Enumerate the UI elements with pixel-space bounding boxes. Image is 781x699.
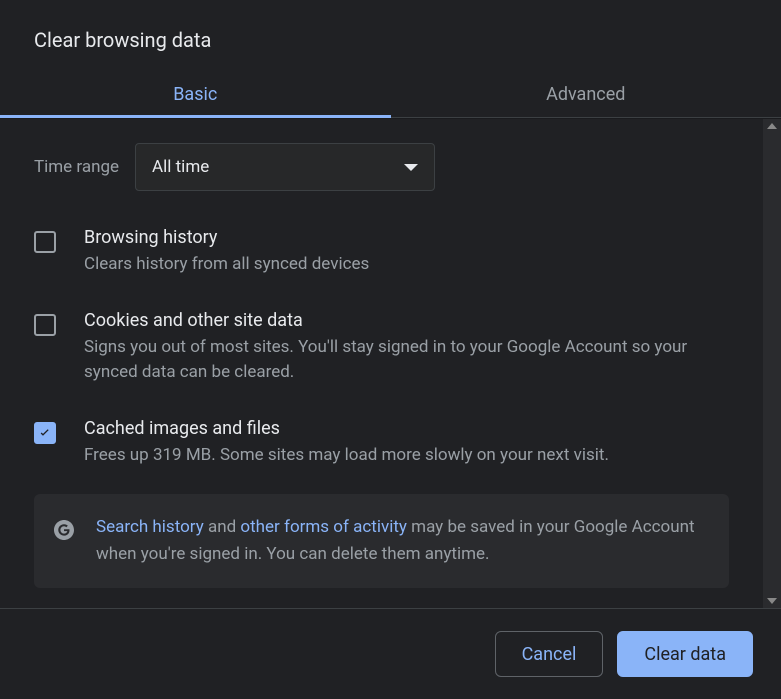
option-cached: Cached images and files Frees up 319 MB.… <box>0 402 763 485</box>
chevron-down-icon <box>404 164 418 171</box>
checkbox-cookies[interactable] <box>34 314 56 336</box>
google-account-info: Search history and other forms of activi… <box>34 494 729 588</box>
dialog-title: Clear browsing data <box>0 0 781 72</box>
tab-basic[interactable]: Basic <box>0 72 391 118</box>
search-history-link[interactable]: Search history <box>96 517 204 537</box>
scrollbar[interactable] <box>763 119 781 608</box>
option-desc: Clears history from all synced devices <box>84 252 729 278</box>
option-browsing-history: Browsing history Clears history from all… <box>0 211 763 294</box>
clear-data-button[interactable]: Clear data <box>617 631 753 677</box>
checkbox-cached[interactable] <box>34 422 56 444</box>
option-title: Browsing history <box>84 227 729 248</box>
tab-advanced[interactable]: Advanced <box>391 72 781 118</box>
google-icon <box>52 518 76 542</box>
option-title: Cached images and files <box>84 418 729 439</box>
checkbox-browsing-history[interactable] <box>34 231 56 253</box>
option-cookies: Cookies and other site data Signs you ou… <box>0 294 763 402</box>
dialog-footer: Cancel Clear data <box>0 608 781 699</box>
checkmark-icon <box>37 425 53 441</box>
cancel-button[interactable]: Cancel <box>495 631 604 677</box>
option-desc: Signs you out of most sites. You'll stay… <box>84 335 729 386</box>
tab-basic-label: Basic <box>173 84 217 105</box>
clear-browsing-data-dialog: Clear browsing data Basic Advanced Time … <box>0 0 781 699</box>
scroll-down-icon <box>767 598 777 604</box>
scroll-up-icon <box>767 123 777 129</box>
time-range-select[interactable]: All time <box>135 143 435 191</box>
tab-advanced-label: Advanced <box>546 84 625 105</box>
other-activity-link[interactable]: other forms of activity <box>240 517 407 537</box>
time-range-label: Time range <box>34 157 119 177</box>
time-range-value: All time <box>152 157 209 177</box>
dialog-content: Time range All time Browsing history Cle… <box>0 119 763 608</box>
info-text: Search history and other forms of activi… <box>96 514 711 568</box>
tab-bar: Basic Advanced <box>0 72 781 118</box>
option-title: Cookies and other site data <box>84 310 729 331</box>
option-desc: Frees up 319 MB. Some sites may load mor… <box>84 443 729 469</box>
